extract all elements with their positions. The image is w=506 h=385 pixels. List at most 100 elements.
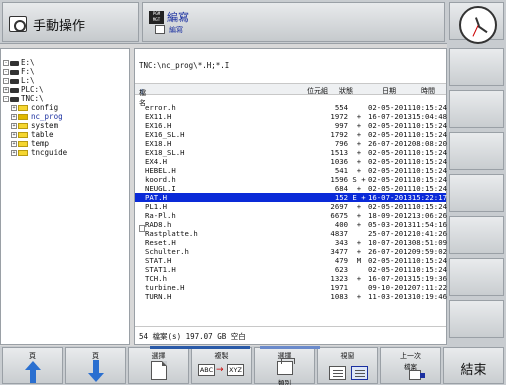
current-path: TNC:\nc_prog\*.H;*.I bbox=[139, 61, 230, 70]
row-marker-icon bbox=[139, 225, 145, 232]
tree-folder-system[interactable]: + system bbox=[11, 121, 58, 130]
expander-icon[interactable]: + bbox=[11, 105, 17, 111]
select-type-softkey[interactable]: 選擇 類別 bbox=[254, 347, 315, 385]
open-folder-icon bbox=[18, 114, 28, 120]
file-row[interactable]: error.h 554 02-05-2011 10:15:24 bbox=[135, 103, 447, 112]
file-row[interactable]: STAT1.H 623 02-05-2011 10:15:24 bbox=[135, 265, 447, 274]
tree-drive-plc[interactable]: + PLC:\ bbox=[3, 85, 44, 94]
window-softkey[interactable]: 視窗 bbox=[317, 347, 378, 384]
expander-icon[interactable]: - bbox=[3, 69, 9, 75]
directory-tree[interactable]: - E:\ - F:\ - L:\ + PLC:\ - TNC:\ + config + nc… bbox=[0, 48, 130, 345]
vertical-softkey-7[interactable] bbox=[449, 300, 504, 338]
drive-icon bbox=[10, 69, 19, 75]
file-row[interactable]: TURN.H 1083 +11-03-2013 10:19:46 bbox=[135, 292, 447, 301]
vertical-softkey-4[interactable] bbox=[449, 174, 504, 212]
drive-icon bbox=[10, 87, 19, 93]
file-row[interactable]: PL1.H 2697 +02-05-2011 10:15:24 bbox=[135, 202, 447, 211]
file-row[interactable]: EX11.H 1972 +16-07-2013 15:04:48 bbox=[135, 112, 447, 121]
expander-icon[interactable]: + bbox=[11, 141, 17, 147]
copy-softkey[interactable]: 複製 ABC → XYZ bbox=[191, 347, 252, 384]
expander-icon[interactable]: + bbox=[11, 132, 17, 138]
file-row[interactable]: EX16.H 997 +02-05-2011 10:15:24 bbox=[135, 121, 447, 130]
column-size-header[interactable]: 位元組 bbox=[307, 86, 328, 96]
file-row[interactable]: EX4.H 1036 +02-05-2011 10:15:24 bbox=[135, 157, 447, 166]
tree-drive-tnc[interactable]: - TNC:\ bbox=[3, 94, 44, 103]
softkey-page-indicator bbox=[260, 346, 320, 349]
programming-mode-title: 編寫 bbox=[167, 11, 189, 24]
drive-icon bbox=[10, 78, 19, 84]
programming-mode-subtitle: 編寫 bbox=[169, 26, 183, 34]
page-down-softkey[interactable]: 頁 bbox=[65, 347, 126, 384]
vertical-softkey-1[interactable] bbox=[449, 48, 504, 86]
last-files-softkey[interactable]: 上一次 檔案 bbox=[380, 347, 441, 384]
file-row[interactable]: TCH.h 1323 +16-07-2013 15:19:36 bbox=[135, 274, 447, 283]
tree-drive-e[interactable]: - E:\ bbox=[3, 58, 35, 67]
pgm-mgt-icon: PGM MGT bbox=[149, 11, 164, 24]
vertical-softkey-5[interactable] bbox=[449, 216, 504, 254]
file-row[interactable]: NEUGL.I 684 +02-05-2011 10:15:24 bbox=[135, 184, 447, 193]
arrow-up-icon bbox=[25, 361, 41, 383]
folder-icon bbox=[18, 150, 28, 156]
folder-icon bbox=[18, 105, 28, 111]
divider bbox=[135, 326, 446, 327]
machine-mode-label: 手動操作 bbox=[33, 19, 86, 34]
file-row[interactable]: Reset.H 343 +10-07-2013 08:51:09 bbox=[135, 238, 447, 247]
column-date-header[interactable]: 日期 bbox=[382, 86, 396, 96]
page-up-softkey[interactable]: 頁 bbox=[2, 347, 63, 384]
file-row-selected[interactable]: PAT.H 152 E +16-07-2013 15:22:17 bbox=[135, 193, 447, 202]
expander-icon[interactable]: + bbox=[11, 123, 17, 129]
file-row[interactable]: koord.h 1596 S +02-05-2011 10:15:24 bbox=[135, 175, 447, 184]
recent-file-icon bbox=[409, 370, 425, 380]
tree-drive-l[interactable]: - L:\ bbox=[3, 76, 35, 85]
file-row[interactable]: Schulter.h 3477 +26-07-2012 09:59:02 bbox=[135, 247, 447, 256]
file-row[interactable]: EX16_SL.H 1792 +02-05-2011 10:15:24 bbox=[135, 130, 447, 139]
drive-icon bbox=[10, 96, 19, 102]
file-list-header: ⇧ 檔名 位元組 狀態 日期 時間 bbox=[135, 83, 446, 107]
folder-icon bbox=[18, 141, 28, 147]
tree-folder-config[interactable]: + config bbox=[11, 103, 58, 112]
file-row[interactable]: RAD8.h 400 +05-03-2013 11:54:16 bbox=[135, 220, 447, 229]
vertical-softkey-3[interactable] bbox=[449, 132, 504, 170]
file-row[interactable]: Rastplatte.h 4837 25-07-2012 10:41:26 bbox=[135, 229, 447, 238]
column-status-header[interactable]: 狀態 bbox=[339, 86, 353, 96]
softkey-page-indicator bbox=[150, 346, 250, 349]
vertical-softkey-bar bbox=[447, 0, 506, 346]
free-space-status: 54 檔案(s) 197.07 GB 空白 bbox=[139, 332, 246, 341]
expander-icon[interactable]: - bbox=[3, 96, 9, 102]
file-row[interactable]: EX18_SL.H 1513 +02-05-2011 10:15:24 bbox=[135, 148, 447, 157]
tree-folder-tncguide[interactable]: + tncguide bbox=[11, 148, 67, 157]
file-row[interactable]: STAT.H 479 M 02-05-2011 10:15:24 bbox=[135, 256, 447, 265]
file-row[interactable]: EX18.H 796 +26-07-2012 08:08:20 bbox=[135, 139, 447, 148]
folder-icon bbox=[18, 123, 28, 129]
select-softkey[interactable]: 選擇 bbox=[128, 347, 189, 384]
single-view-icon bbox=[329, 366, 346, 380]
file-type-icon bbox=[277, 358, 295, 375]
programming-mode-panel[interactable]: PGM MGT 編寫 編寫 bbox=[142, 2, 445, 42]
drive-icon bbox=[10, 60, 19, 66]
machine-mode-panel[interactable]: 手動操作 bbox=[2, 2, 139, 42]
vertical-softkey-6[interactable] bbox=[449, 258, 504, 296]
file-list-panel: TNC:\nc_prog\*.H;*.I ⇧ 檔名 位元組 狀態 日期 時間 e… bbox=[134, 48, 447, 345]
file-row[interactable]: Ra-Pl.h 6675 +18-09-2012 13:06:26 bbox=[135, 211, 447, 220]
expander-icon[interactable]: + bbox=[11, 150, 17, 156]
copy-abc-xyz-icon: ABC → XYZ bbox=[198, 364, 246, 377]
expander-icon[interactable]: + bbox=[11, 114, 17, 120]
tree-folder-nc-prog[interactable]: + nc_prog bbox=[11, 112, 63, 121]
expander-icon[interactable]: - bbox=[3, 60, 9, 66]
column-time-header[interactable]: 時間 bbox=[421, 86, 435, 96]
document-icon bbox=[151, 361, 167, 380]
tree-folder-table[interactable]: + table bbox=[11, 130, 54, 139]
tree-folder-temp[interactable]: + temp bbox=[11, 139, 49, 148]
end-softkey[interactable]: 結束 bbox=[443, 347, 504, 384]
horizontal-softkey-bar: 頁 頁 選擇 複製 ABC → XYZ 選擇 類別 視窗 上一次 檔案 結束 bbox=[0, 346, 506, 385]
clock-icon bbox=[459, 6, 497, 44]
expander-icon[interactable]: - bbox=[3, 78, 9, 84]
folder-icon bbox=[18, 132, 28, 138]
file-row[interactable]: HEBEL.H 541 +02-05-2011 10:15:24 bbox=[135, 166, 447, 175]
edit-file-icon bbox=[155, 25, 165, 34]
clock-softkey[interactable] bbox=[449, 2, 504, 44]
vertical-softkey-2[interactable] bbox=[449, 90, 504, 128]
file-row[interactable]: turbine.H 1971 09-10-2012 07:11:22 bbox=[135, 283, 447, 292]
tree-drive-f[interactable]: - F:\ bbox=[3, 67, 35, 76]
expander-icon[interactable]: + bbox=[3, 87, 9, 93]
